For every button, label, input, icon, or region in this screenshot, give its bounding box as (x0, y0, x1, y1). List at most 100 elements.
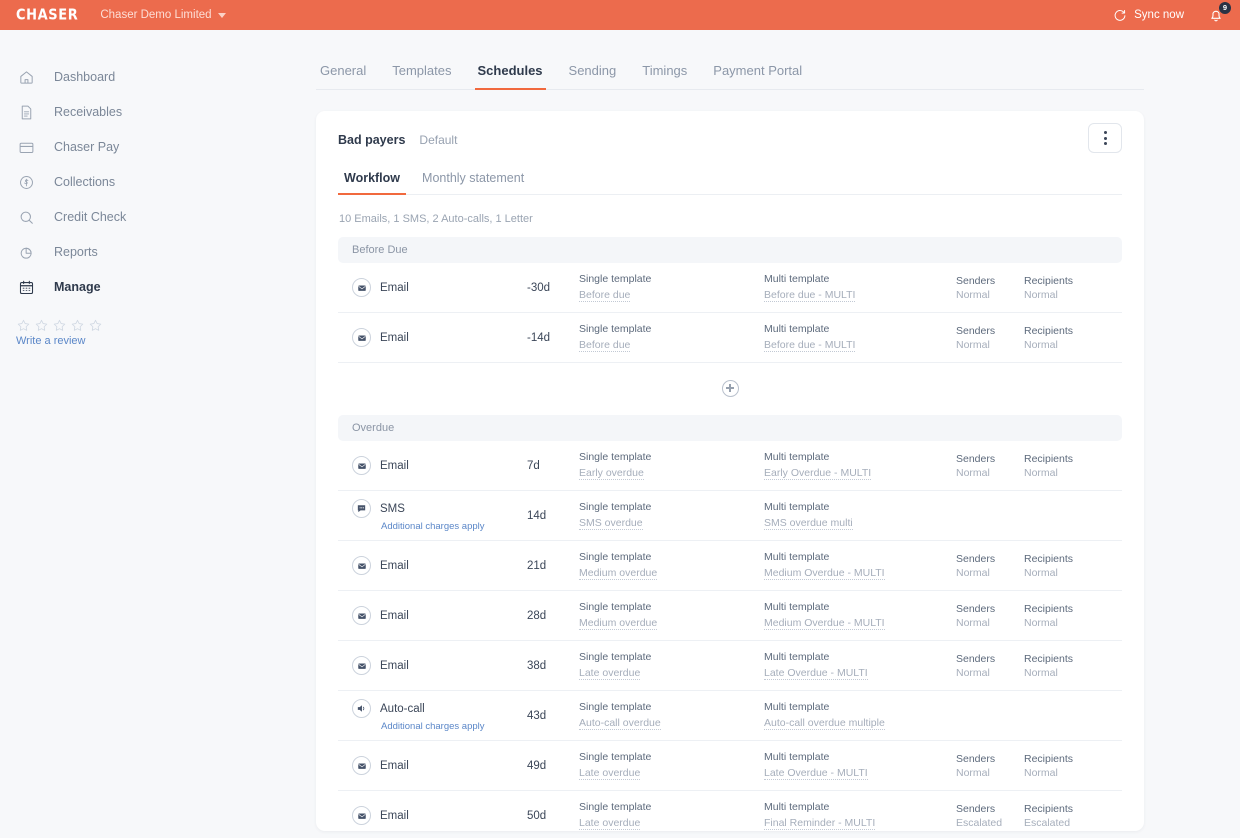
sidebar-item-label: Dashboard (54, 70, 116, 84)
org-name: Chaser Demo Limited (100, 9, 212, 21)
schedule-subtabs: Workflow Monthly statement (337, 171, 1122, 195)
sidebar-item-collections[interactable]: Collections (0, 165, 300, 199)
table-row[interactable]: Email 38d Single template Late overdue M… (338, 641, 1122, 691)
subtab-monthly-statement[interactable]: Monthly statement (422, 171, 524, 194)
recipients-title: Recipients (1024, 552, 1074, 565)
row-type-label: Email (380, 559, 409, 572)
row-type: Email (352, 278, 527, 297)
single-template-value[interactable]: Before due (579, 339, 631, 352)
tab-schedules[interactable]: Schedules (474, 63, 546, 90)
single-template-value[interactable]: Early overdue (579, 467, 644, 480)
home-icon (16, 67, 36, 87)
main-content: General Templates Schedules Sending Timi… (300, 30, 1240, 838)
row-recipients: Recipients Normal (1024, 753, 1092, 779)
multi-template-value[interactable]: Auto-call overdue multiple (764, 717, 885, 730)
star-icon[interactable] (34, 318, 49, 333)
table-row[interactable]: Email 49d Single template Late overdue M… (338, 741, 1122, 791)
single-template-value[interactable]: Medium overdue (579, 617, 658, 630)
multi-template-value[interactable]: Medium Overdue - MULTI (764, 567, 885, 580)
write-a-review-link[interactable]: Write a review (16, 335, 300, 347)
single-template-value[interactable]: Late overdue (579, 667, 641, 680)
row-type-label: Email (380, 809, 409, 822)
multi-template-value[interactable]: Late Overdue - MULTI (764, 767, 868, 780)
schedule-options-button[interactable] (1088, 123, 1122, 153)
sidebar-item-label: Credit Check (54, 210, 127, 224)
multi-template-value[interactable]: Early Overdue - MULTI (764, 467, 872, 480)
recipients-value: Normal (1024, 766, 1058, 779)
star-icon[interactable] (16, 318, 31, 333)
tab-general[interactable]: General (320, 63, 366, 89)
star-icon[interactable] (70, 318, 85, 333)
senders-value: Normal (956, 338, 990, 351)
table-row[interactable]: Auto-call Additional charges apply 43d S… (338, 691, 1122, 741)
email-icon (352, 456, 371, 475)
section-header-before-due: Before Due (338, 237, 1122, 263)
section-header-overdue: Overdue (338, 415, 1122, 441)
senders-title: Senders (956, 802, 996, 815)
org-selector[interactable]: Chaser Demo Limited (100, 9, 226, 21)
star-icon[interactable] (88, 318, 103, 333)
sync-now-button[interactable]: Sync now (1113, 8, 1184, 22)
recipients-value: Normal (1024, 566, 1058, 579)
table-row[interactable]: Email 50d Single template Late overdue M… (338, 791, 1122, 831)
multi-template-title: Multi template (764, 650, 830, 663)
multi-template-value[interactable]: SMS overdue multi (764, 517, 853, 530)
senders-value: Normal (956, 666, 990, 679)
single-template-title: Single template (579, 322, 652, 335)
row-senders: Senders Normal (956, 603, 1024, 629)
row-recipients: Recipients Normal (1024, 453, 1092, 479)
additional-charges-note[interactable]: Additional charges apply (381, 721, 527, 732)
email-icon (352, 328, 371, 347)
subtab-workflow[interactable]: Workflow (337, 171, 407, 195)
tab-payment-portal[interactable]: Payment Portal (713, 63, 802, 89)
table-row[interactable]: Email 21d Single template Medium overdue… (338, 541, 1122, 591)
row-type-label: SMS (380, 502, 405, 515)
single-template-value[interactable]: Late overdue (579, 817, 641, 830)
star-rating[interactable] (16, 318, 300, 333)
chaser-logo[interactable]: CHASER (16, 6, 78, 23)
document-icon (16, 102, 36, 122)
senders-title: Senders (956, 452, 996, 465)
additional-charges-note[interactable]: Additional charges apply (381, 521, 527, 532)
row-single-template: Single template Early overdue (579, 451, 764, 481)
row-type-label: Email (380, 459, 409, 472)
single-template-value[interactable]: Late overdue (579, 767, 641, 780)
tab-sending[interactable]: Sending (569, 63, 617, 89)
row-days: 50d (527, 809, 547, 822)
sidebar-item-receivables[interactable]: Receivables (0, 95, 300, 129)
multi-template-value[interactable]: Late Overdue - MULTI (764, 667, 868, 680)
tab-timings[interactable]: Timings (642, 63, 687, 89)
senders-title: Senders (956, 324, 996, 337)
single-template-value[interactable]: Medium overdue (579, 567, 658, 580)
row-type: Email (352, 456, 527, 475)
multi-template-value[interactable]: Before due - MULTI (764, 289, 856, 302)
add-step-button[interactable] (721, 379, 739, 397)
notifications-button[interactable]: 9 (1206, 2, 1231, 25)
multi-template-value[interactable]: Final Reminder - MULTI (764, 817, 876, 830)
table-row[interactable]: Email 28d Single template Medium overdue… (338, 591, 1122, 641)
sidebar-item-label: Manage (54, 280, 101, 294)
sidebar-item-credit-check[interactable]: Credit Check (0, 200, 300, 234)
single-template-value[interactable]: Auto-call overdue (579, 717, 661, 730)
sidebar-item-dashboard[interactable]: Dashboard (0, 60, 300, 94)
dollar-circle-icon (16, 172, 36, 192)
tab-templates[interactable]: Templates (392, 63, 451, 89)
single-template-value[interactable]: SMS overdue (579, 517, 643, 530)
table-row[interactable]: Email 7d Single template Early overdue M… (338, 441, 1122, 491)
table-row[interactable]: SMS Additional charges apply 14d Single … (338, 491, 1122, 541)
sidebar-item-reports[interactable]: Reports (0, 235, 300, 269)
sidebar-item-chaser-pay[interactable]: Chaser Pay (0, 130, 300, 164)
senders-title: Senders (956, 274, 996, 287)
single-template-value[interactable]: Before due (579, 289, 631, 302)
table-row[interactable]: Email -14d Single template Before due Mu… (338, 313, 1122, 363)
sidebar-item-manage[interactable]: Manage (0, 270, 300, 304)
senders-title: Senders (956, 552, 996, 565)
multi-template-value[interactable]: Before due - MULTI (764, 339, 856, 352)
row-days: -30d (527, 281, 551, 294)
row-multi-template: Multi template Late Overdue - MULTI (764, 751, 956, 781)
single-template-title: Single template (579, 550, 652, 563)
star-icon[interactable] (52, 318, 67, 333)
multi-template-value[interactable]: Medium Overdue - MULTI (764, 617, 885, 630)
row-multi-template: Multi template Medium Overdue - MULTI (764, 551, 956, 581)
table-row[interactable]: Email -30d Single template Before due Mu… (338, 263, 1122, 313)
